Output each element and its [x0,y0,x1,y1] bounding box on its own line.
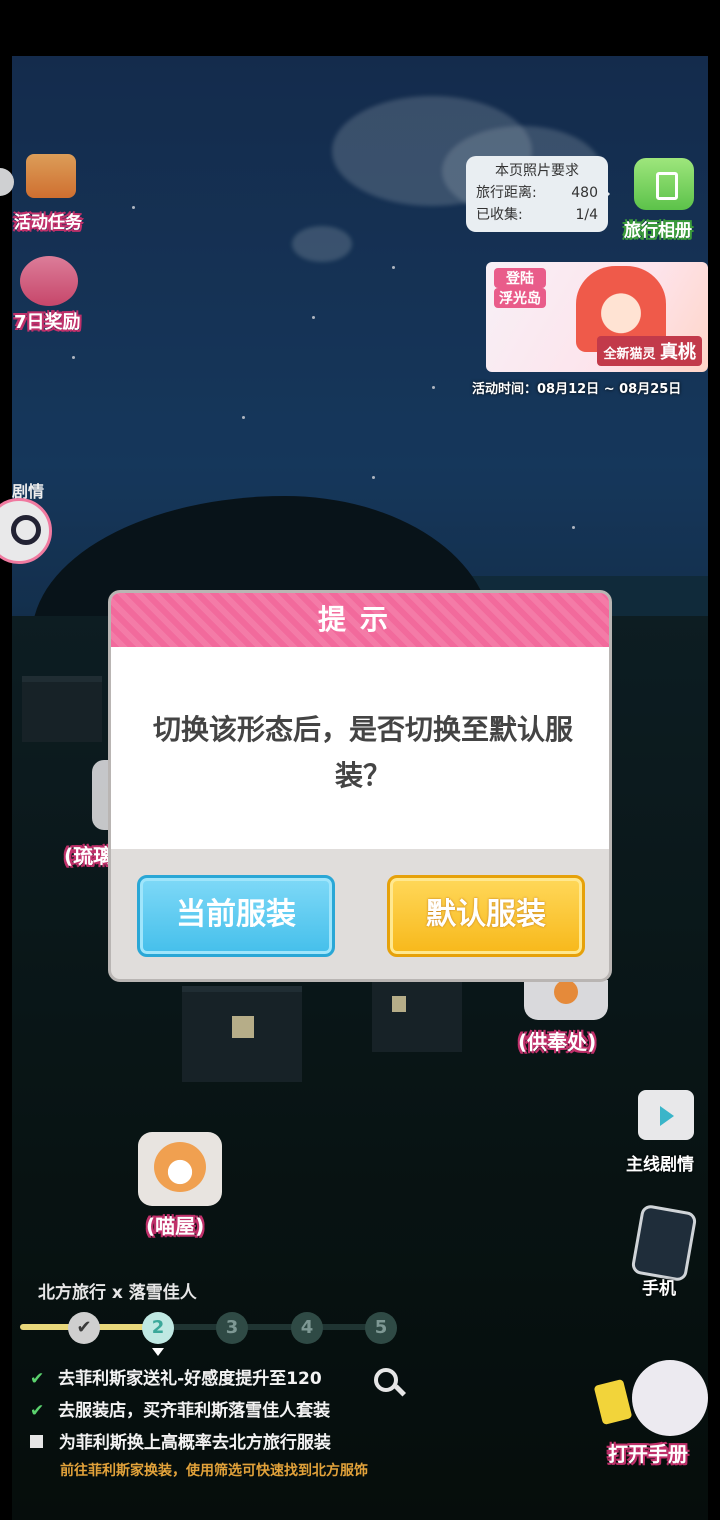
quest-item-3-text: 为菲利斯换上高概率去北方旅行服装 [58,1433,331,1453]
gongfeng-button[interactable] [524,980,608,1020]
step-5: 5 [365,1312,397,1344]
current-outfit-button[interactable]: 当前服装 [137,875,335,957]
clapperboard-icon [638,1090,694,1140]
travel-distance-label: 旅行距离: [476,185,537,201]
phone-icon [630,1203,698,1283]
banner-line2: 浮光岛 [494,288,546,308]
activity-tasks-label: 活动任务 [14,213,82,233]
activity-tasks-button[interactable]: 活动任务 [14,152,88,238]
quest-progress: ✔ 2 3 4 5 [0,1310,420,1356]
shrine-icon [554,980,578,1004]
collected-value: 1/4 [575,207,598,223]
album-icon [634,158,694,210]
step-3: 3 [216,1312,248,1344]
travel-album-button[interactable]: 旅行相册 [620,156,710,242]
check-icon: ✔ [30,1401,45,1421]
open-handbook-label: 打开手册 [608,1442,688,1466]
gift-icon [20,256,78,306]
prompt-dialog: 提示 切换该形态后，是否切换至默认服装？ 当前服装 默认服装 [108,590,612,982]
phone-button[interactable]: 手机 [630,1203,700,1299]
step-2: 2 [142,1312,174,1344]
banner-line1: 登陆 [494,268,546,288]
dialog-title: 提示 [317,603,402,636]
step-done: ✔ [68,1312,100,1344]
banner-caption: 全新猫灵 真桃 [597,336,702,366]
quest-search-button[interactable] [372,1366,407,1400]
banner-name: 真桃 [660,342,696,363]
banner-caption-text: 全新猫灵 [603,347,656,362]
quest-item-3: 为菲利斯换上高概率去北方旅行服装 [30,1428,331,1453]
main-story-label: 主线剧情 [626,1155,694,1175]
current-step-marker [152,1348,164,1362]
search-icon [11,515,41,545]
checkbox-icon [30,1435,43,1448]
travel-album-label: 旅行相册 [624,221,692,241]
photo-requirements-bubble: 本页照片要求 旅行距离: 480 已收集: 1/4 [466,156,610,232]
quest-item-1: ✔ 去菲利斯家送礼-好感度提升至120 [30,1364,322,1389]
cat-handbook-icon [632,1360,708,1436]
liuli-label: (琉璃 [64,844,114,868]
quest-item-1-text: 去菲利斯家送礼-好感度提升至120 [58,1369,322,1389]
check-icon: ✔ [30,1369,45,1389]
photo-req-title: 本页照片要求 [495,163,579,179]
travel-distance-value: 480 [571,185,598,201]
flag-icon [26,154,76,198]
dialog-body: 切换该形态后，是否切换至默认服装？ [111,647,609,849]
hamster-icon [154,1142,206,1192]
miaowu-label: (喵屋) [146,1214,205,1238]
event-banner[interactable]: 登陆 浮光岛 全新猫灵 真桃 [486,262,708,372]
quest-item-2: ✔ 去服装店，买齐菲利斯落雪佳人套装 [30,1396,330,1421]
phone-label: 手机 [642,1279,676,1299]
quest-item-2-text: 去服装店，买齐菲利斯落雪佳人套装 [58,1401,331,1421]
collected-label: 已收集: [476,207,523,223]
main-story-button[interactable]: 主线剧情 [626,1084,710,1175]
quest-title: 北方旅行 x 落雪佳人 [38,1283,197,1303]
dialog-message: 切换该形态后，是否切换至默认服装？ [152,713,573,792]
open-handbook-button[interactable]: 打开手册 [593,1352,710,1472]
default-outfit-button[interactable]: 默认服装 [387,875,585,957]
quest-hint: 前往菲利斯家换装，使用筛选可快速找到北方服饰 [60,1463,368,1479]
step-4: 4 [291,1312,323,1344]
gongfeng-label: (供奉处) [518,1030,597,1054]
seven-day-reward-button[interactable]: 7日奖励 [14,252,94,338]
miaowu-button[interactable] [138,1132,222,1206]
seven-day-reward-label: 7日奖励 [14,312,81,333]
book-icon [593,1378,633,1426]
event-time: 活动时间：08月12日 ~ 08月25日 [472,382,682,397]
